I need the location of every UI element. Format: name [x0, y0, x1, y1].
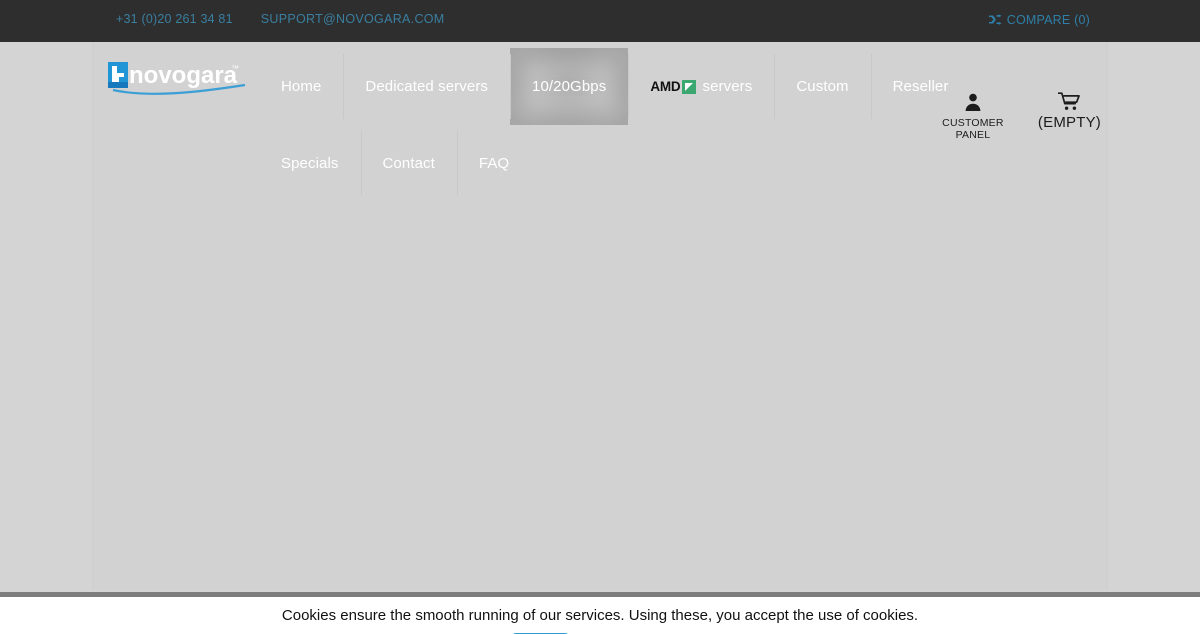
phone-link[interactable]: +31 (0)20 261 34 81 — [116, 12, 233, 26]
email-link[interactable]: SUPPORT@NOVOGARA.COM — [261, 12, 445, 26]
main-content-area — [92, 188, 1108, 590]
compare-label: COMPARE (0) — [1006, 13, 1090, 27]
main-navigation: Home Dedicated servers 10/20Gbps AMD ser… — [259, 48, 959, 202]
nav-row-primary: Home Dedicated servers 10/20Gbps AMD ser… — [259, 48, 959, 125]
nav-item-10-20gbps[interactable]: 10/20Gbps — [510, 48, 629, 125]
svg-text:™: ™ — [231, 64, 239, 73]
nav-item-label: Custom — [796, 78, 849, 95]
user-icon — [963, 92, 983, 112]
nav-item-dedicated-servers[interactable]: Dedicated servers — [343, 48, 510, 125]
nav-item-label: FAQ — [478, 155, 510, 172]
nav-item-specials[interactable]: Specials — [259, 125, 361, 202]
cart-label: (EMPTY) — [1037, 114, 1101, 131]
svg-text:novogara: novogara — [129, 62, 238, 89]
nav-item-custom[interactable]: Custom — [774, 48, 870, 125]
site-header: novogara ™ Home Dedicated servers 10/20G… — [92, 42, 1108, 196]
site-logo[interactable]: novogara ™ — [105, 56, 255, 104]
top-bar-contact-group: +31 (0)20 261 34 81 SUPPORT@NOVOGARA.COM — [116, 12, 445, 26]
header-actions: CUSTOMER PANEL (EMPTY) — [936, 92, 1101, 141]
nav-item-label: Home — [281, 78, 322, 95]
nav-item-home[interactable]: Home — [259, 48, 343, 125]
shopping-cart-icon — [1058, 92, 1081, 111]
nav-item-faq[interactable]: FAQ — [456, 125, 531, 202]
customer-panel-label: CUSTOMER PANEL — [942, 117, 1004, 141]
nav-item-amd-servers[interactable]: AMD servers — [628, 48, 774, 125]
compare-shuffle-icon — [988, 14, 1002, 26]
compare-link[interactable]: COMPARE (0) — [988, 13, 1090, 27]
nav-item-label: servers — [702, 78, 753, 95]
cart-button[interactable]: (EMPTY) — [1037, 92, 1101, 131]
customer-panel-button[interactable]: CUSTOMER PANEL — [936, 92, 1010, 141]
nav-item-label: Specials — [281, 155, 339, 172]
amd-wordmark: AMD — [650, 79, 681, 94]
nav-row-secondary: Specials Contact FAQ — [259, 125, 959, 202]
nav-item-contact[interactable]: Contact — [360, 125, 457, 202]
nav-item-label: Dedicated servers — [365, 78, 489, 95]
amd-logo: AMD — [650, 79, 697, 94]
cookie-message: Cookies ensure the smooth running of our… — [281, 607, 919, 624]
top-bar-inner: +31 (0)20 261 34 81 SUPPORT@NOVOGARA.COM… — [92, 0, 1108, 42]
amd-arrow-icon — [682, 79, 697, 94]
top-contact-bar: +31 (0)20 261 34 81 SUPPORT@NOVOGARA.COM… — [0, 0, 1200, 42]
nav-item-label: 10/20Gbps — [532, 78, 607, 95]
nav-item-label: Contact — [382, 155, 435, 172]
cookie-consent-banner: Cookies ensure the smooth running of our… — [0, 597, 1200, 634]
